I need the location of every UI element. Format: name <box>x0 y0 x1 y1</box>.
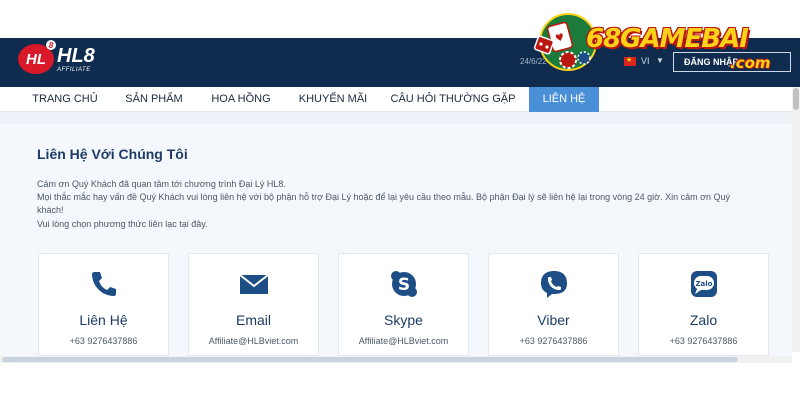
card-title: Liên Hệ <box>79 312 128 328</box>
logo-sub-text: AFFILIATE <box>57 66 91 73</box>
logo-main-text: HL8 <box>57 44 95 67</box>
logo-badge: HL 8 <box>18 40 56 74</box>
nav-item-contact[interactable]: LIÊN HỆ <box>529 87 599 112</box>
vertical-scrollbar[interactable] <box>792 87 800 352</box>
contact-card-viber[interactable]: Viber +63 9276437886 <box>488 253 619 356</box>
logo-badge-text: HL <box>26 50 46 68</box>
logo[interactable]: HL 8 HL8 AFFILIATE <box>18 40 95 74</box>
watermark-text: 68GAMEBAI <box>586 24 749 54</box>
logo-badge-number: 8 <box>46 40 56 50</box>
zalo-icon: Zalo <box>690 271 717 297</box>
watermark-logo: ♥ 68GAMEBAI .com <box>528 8 798 74</box>
contact-card-skype[interactable]: S Skype Affiliate@HLBviet.com <box>338 253 469 356</box>
card-value: Affiliate@HLBviet.com <box>358 336 449 346</box>
card-value: +63 9276437886 <box>519 336 588 346</box>
card-title: Zalo <box>689 312 718 328</box>
vertical-scrollbar-thumb[interactable] <box>793 88 799 110</box>
main-nav: TRANG CHỦ SẢN PHẨM HOA HỒNG KHUYẾN MÃI C… <box>0 87 800 112</box>
page: HL 8 HL8 AFFILIATE 24/6/22 1 VI ▼ ĐĂNG N… <box>0 0 800 400</box>
card-title: Email <box>235 312 271 328</box>
nav-item-commission[interactable]: HOA HỒNG <box>202 87 280 112</box>
viber-icon <box>540 271 567 298</box>
skype-icon: S <box>390 271 417 297</box>
support-text: Mọi thắc mắc hay vấn đề Quý Khách vui lò… <box>37 192 730 202</box>
card-title: Viber <box>537 312 570 328</box>
contact-card-email[interactable]: Email Affiliate@HLBviet.com <box>188 253 319 356</box>
watermark-suffix: .com <box>730 54 771 72</box>
support-text-end: khách! <box>37 205 64 215</box>
phone-icon <box>91 272 116 296</box>
nav-item-home[interactable]: TRANG CHỦ <box>22 87 108 112</box>
card-value: +63 9276437886 <box>69 336 138 346</box>
horizontal-scrollbar-thumb[interactable] <box>2 357 738 362</box>
nav-item-products[interactable]: SẢN PHẨM <box>114 87 194 112</box>
nav-item-faq[interactable]: CÂU HỎI THƯỜNG GẶP <box>386 87 520 112</box>
card-value: +63 9276437886 <box>669 336 738 346</box>
zalo-icon-text: Zalo <box>695 280 712 288</box>
svg-text:S: S <box>397 275 409 295</box>
nav-item-promotions[interactable]: KHUYẾN MÃI <box>290 87 376 112</box>
card-title: Skype <box>384 312 423 328</box>
intro-text: Cảm ơn Quý Khách đã quan tâm tới chương … <box>37 179 286 189</box>
choose-method-text: Vui lòng chọn phương thức liên lạc tại đ… <box>37 219 208 229</box>
page-title: Liên Hệ Với Chúng Tôi <box>37 146 188 162</box>
envelope-icon <box>238 274 269 294</box>
logo-text: HL8 AFFILIATE <box>57 46 95 73</box>
card-value: Affiliate@HLBviet.com <box>208 336 299 346</box>
contact-card-zalo[interactable]: Zalo Zalo +63 9276437886 <box>638 253 769 356</box>
contact-card-phone[interactable]: Liên Hệ +63 9276437886 <box>38 253 169 356</box>
